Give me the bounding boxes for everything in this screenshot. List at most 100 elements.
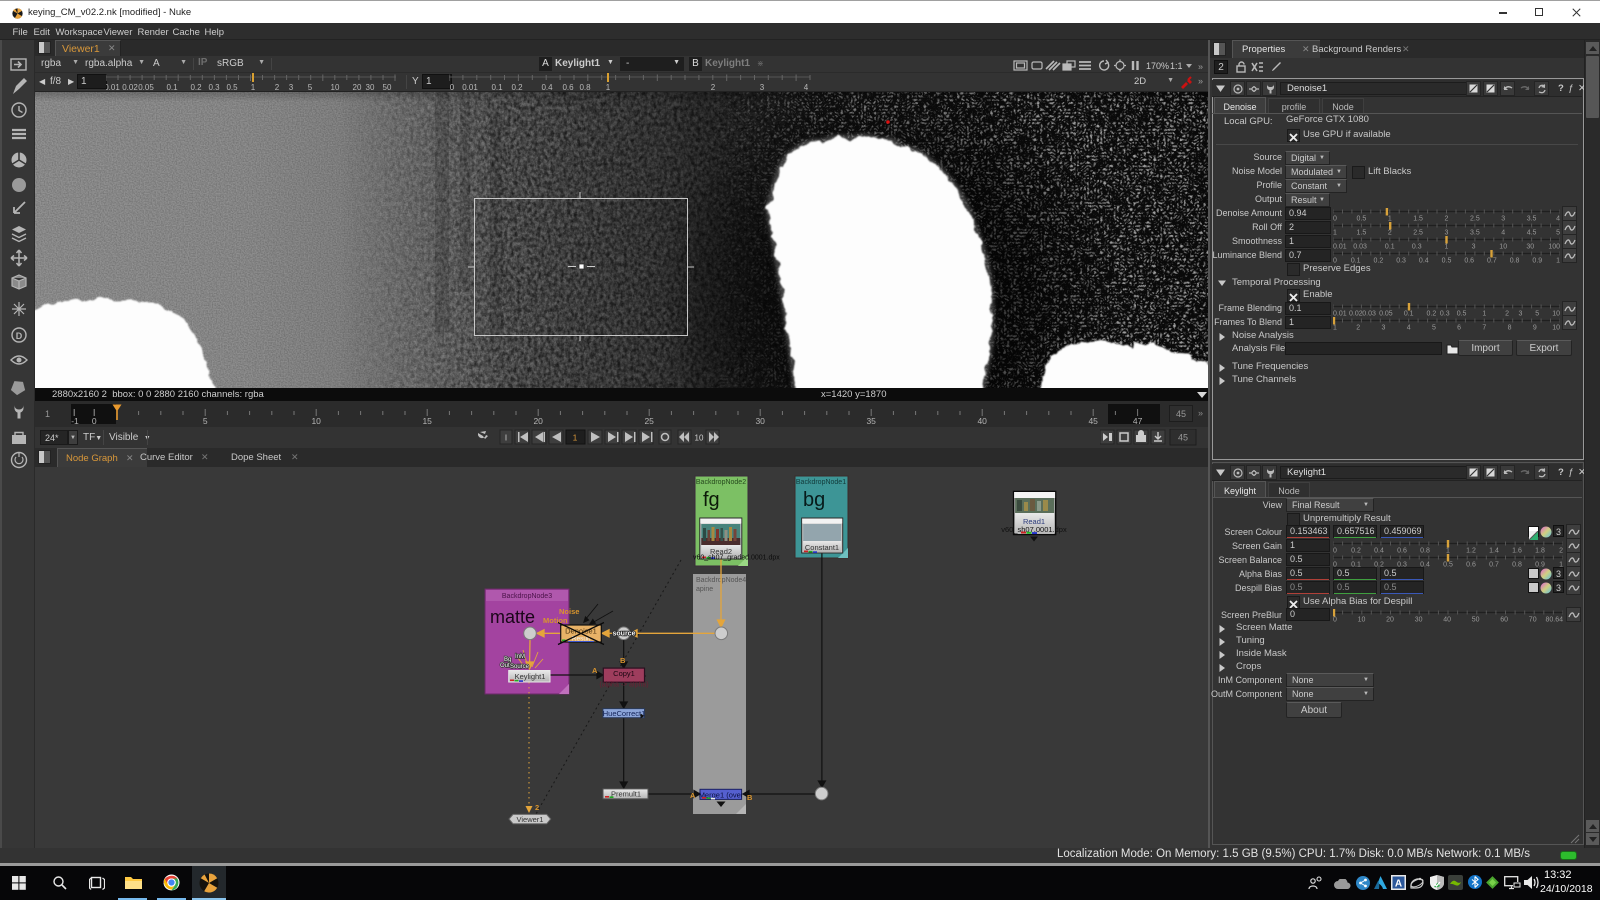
svg-text:47: 47 bbox=[1133, 416, 1143, 426]
svg-text:25: 25 bbox=[644, 416, 654, 426]
svg-text:0.9: 0.9 bbox=[1535, 562, 1545, 568]
svg-text:1: 1 bbox=[1446, 548, 1450, 554]
svg-text:BackdropNode3: BackdropNode3 bbox=[502, 593, 552, 600]
svg-text:2: 2 bbox=[1559, 548, 1563, 554]
svg-text:BackdropNode1: BackdropNode1 bbox=[796, 479, 846, 486]
svg-text:0.2: 0.2 bbox=[511, 83, 523, 92]
svg-text:2: 2 bbox=[1445, 216, 1449, 222]
svg-text:0.02: 0.02 bbox=[122, 83, 138, 92]
svg-text:2: 2 bbox=[1505, 311, 1509, 317]
svg-text:5: 5 bbox=[203, 416, 208, 426]
svg-text:10: 10 bbox=[331, 83, 340, 92]
svg-text:20: 20 bbox=[533, 416, 543, 426]
svg-text:0.01: 0.01 bbox=[106, 83, 120, 92]
svg-text:20: 20 bbox=[1386, 617, 1394, 623]
svg-text:0.4: 0.4 bbox=[1419, 258, 1429, 264]
svg-text:0.03: 0.03 bbox=[1353, 244, 1367, 250]
svg-text:30: 30 bbox=[755, 416, 765, 426]
svg-text:-1: -1 bbox=[71, 416, 79, 426]
svg-text:0.1: 0.1 bbox=[1404, 311, 1414, 317]
svg-text:70: 70 bbox=[1529, 617, 1537, 623]
svg-text:9: 9 bbox=[1533, 325, 1537, 331]
svg-text:0.5: 0.5 bbox=[1357, 216, 1367, 222]
svg-text:2: 2 bbox=[535, 803, 539, 812]
svg-text:10: 10 bbox=[1552, 311, 1560, 317]
svg-text:A: A bbox=[592, 666, 598, 675]
svg-text:0.5: 0.5 bbox=[1443, 562, 1453, 568]
svg-text:4: 4 bbox=[1407, 325, 1411, 331]
svg-text:(alpha -> alpha): (alpha -> alpha) bbox=[599, 682, 648, 689]
svg-text:0.3: 0.3 bbox=[1440, 311, 1450, 317]
svg-text:0.02: 0.02 bbox=[1349, 311, 1363, 317]
svg-text:0.6: 0.6 bbox=[562, 83, 574, 92]
svg-text:0: 0 bbox=[450, 83, 455, 92]
svg-text:0.8: 0.8 bbox=[579, 83, 591, 92]
svg-text:1: 1 bbox=[1445, 244, 1449, 250]
svg-text:0.2: 0.2 bbox=[1374, 258, 1384, 264]
svg-text:apine: apine bbox=[696, 586, 713, 593]
svg-text:2.5: 2.5 bbox=[1413, 230, 1423, 236]
svg-text:0.5: 0.5 bbox=[1442, 258, 1452, 264]
svg-text:0: 0 bbox=[92, 416, 97, 426]
svg-text:0.8: 0.8 bbox=[1510, 258, 1520, 264]
svg-text:60: 60 bbox=[1500, 617, 1508, 623]
svg-text:0.5: 0.5 bbox=[1457, 311, 1467, 317]
svg-text:3: 3 bbox=[289, 83, 294, 92]
svg-text:0.3: 0.3 bbox=[1396, 258, 1406, 264]
svg-text:Premult1: Premult1 bbox=[611, 790, 641, 799]
svg-text:Out: Out bbox=[500, 663, 510, 669]
svg-text:0.3: 0.3 bbox=[208, 83, 220, 92]
svg-text:0.1: 0.1 bbox=[166, 83, 178, 92]
svg-text:D: D bbox=[16, 331, 23, 341]
svg-text:source: source bbox=[613, 631, 636, 638]
svg-text:10: 10 bbox=[311, 416, 321, 426]
svg-text:4.5: 4.5 bbox=[1527, 230, 1537, 236]
svg-text:2: 2 bbox=[711, 83, 716, 92]
svg-text:B: B bbox=[747, 793, 753, 802]
svg-text:B: B bbox=[620, 656, 626, 665]
svg-text:30: 30 bbox=[1526, 244, 1534, 250]
svg-text:Keylight1: Keylight1 bbox=[515, 672, 546, 681]
svg-text:1: 1 bbox=[1388, 216, 1392, 222]
svg-text:10: 10 bbox=[1499, 244, 1507, 250]
svg-text:Constant1: Constant1 bbox=[805, 543, 839, 552]
svg-text:50: 50 bbox=[383, 83, 392, 92]
svg-text:15: 15 bbox=[422, 416, 432, 426]
svg-text:2: 2 bbox=[1356, 325, 1360, 331]
svg-text:8: 8 bbox=[1508, 325, 1512, 331]
svg-text:»: » bbox=[1198, 62, 1203, 72]
svg-text:0.6: 0.6 bbox=[1466, 562, 1476, 568]
svg-text:bg: bg bbox=[803, 489, 825, 511]
svg-text:1.8: 1.8 bbox=[1535, 548, 1545, 554]
svg-text:3: 3 bbox=[1501, 216, 1505, 222]
svg-text:30: 30 bbox=[366, 83, 375, 92]
svg-text:0.01: 0.01 bbox=[462, 83, 478, 92]
svg-text:1: 1 bbox=[1333, 230, 1337, 236]
svg-text:Viewer1: Viewer1 bbox=[517, 815, 544, 824]
svg-text:0.3: 0.3 bbox=[1412, 244, 1422, 250]
svg-text:0.1: 0.1 bbox=[491, 83, 503, 92]
svg-text:Source: Source bbox=[510, 664, 530, 670]
svg-text:5: 5 bbox=[1535, 311, 1539, 317]
svg-text:170%: 170% bbox=[1146, 61, 1169, 71]
svg-text:10: 10 bbox=[1552, 325, 1560, 331]
svg-text:1.4: 1.4 bbox=[1489, 548, 1499, 554]
svg-text:BackdropNode2: BackdropNode2 bbox=[696, 479, 746, 486]
svg-text:3: 3 bbox=[1445, 230, 1449, 236]
svg-text:10: 10 bbox=[695, 434, 704, 443]
svg-text:matte: matte bbox=[490, 607, 535, 627]
svg-text:0.05: 0.05 bbox=[138, 83, 154, 92]
svg-text:0.01: 0.01 bbox=[1333, 311, 1347, 317]
svg-text:40: 40 bbox=[1443, 617, 1451, 623]
svg-text:A: A bbox=[1395, 879, 1402, 890]
svg-text:1.5: 1.5 bbox=[1413, 216, 1423, 222]
svg-text:30: 30 bbox=[1415, 617, 1423, 623]
svg-text:35: 35 bbox=[866, 416, 876, 426]
svg-text:1:1: 1:1 bbox=[1170, 61, 1183, 71]
svg-text:0.2: 0.2 bbox=[190, 83, 202, 92]
svg-text:0.9: 0.9 bbox=[1532, 258, 1542, 264]
svg-text:1: 1 bbox=[606, 83, 611, 92]
svg-text:20: 20 bbox=[353, 83, 362, 92]
svg-text:10: 10 bbox=[1358, 617, 1366, 623]
svg-text:50: 50 bbox=[1472, 617, 1480, 623]
